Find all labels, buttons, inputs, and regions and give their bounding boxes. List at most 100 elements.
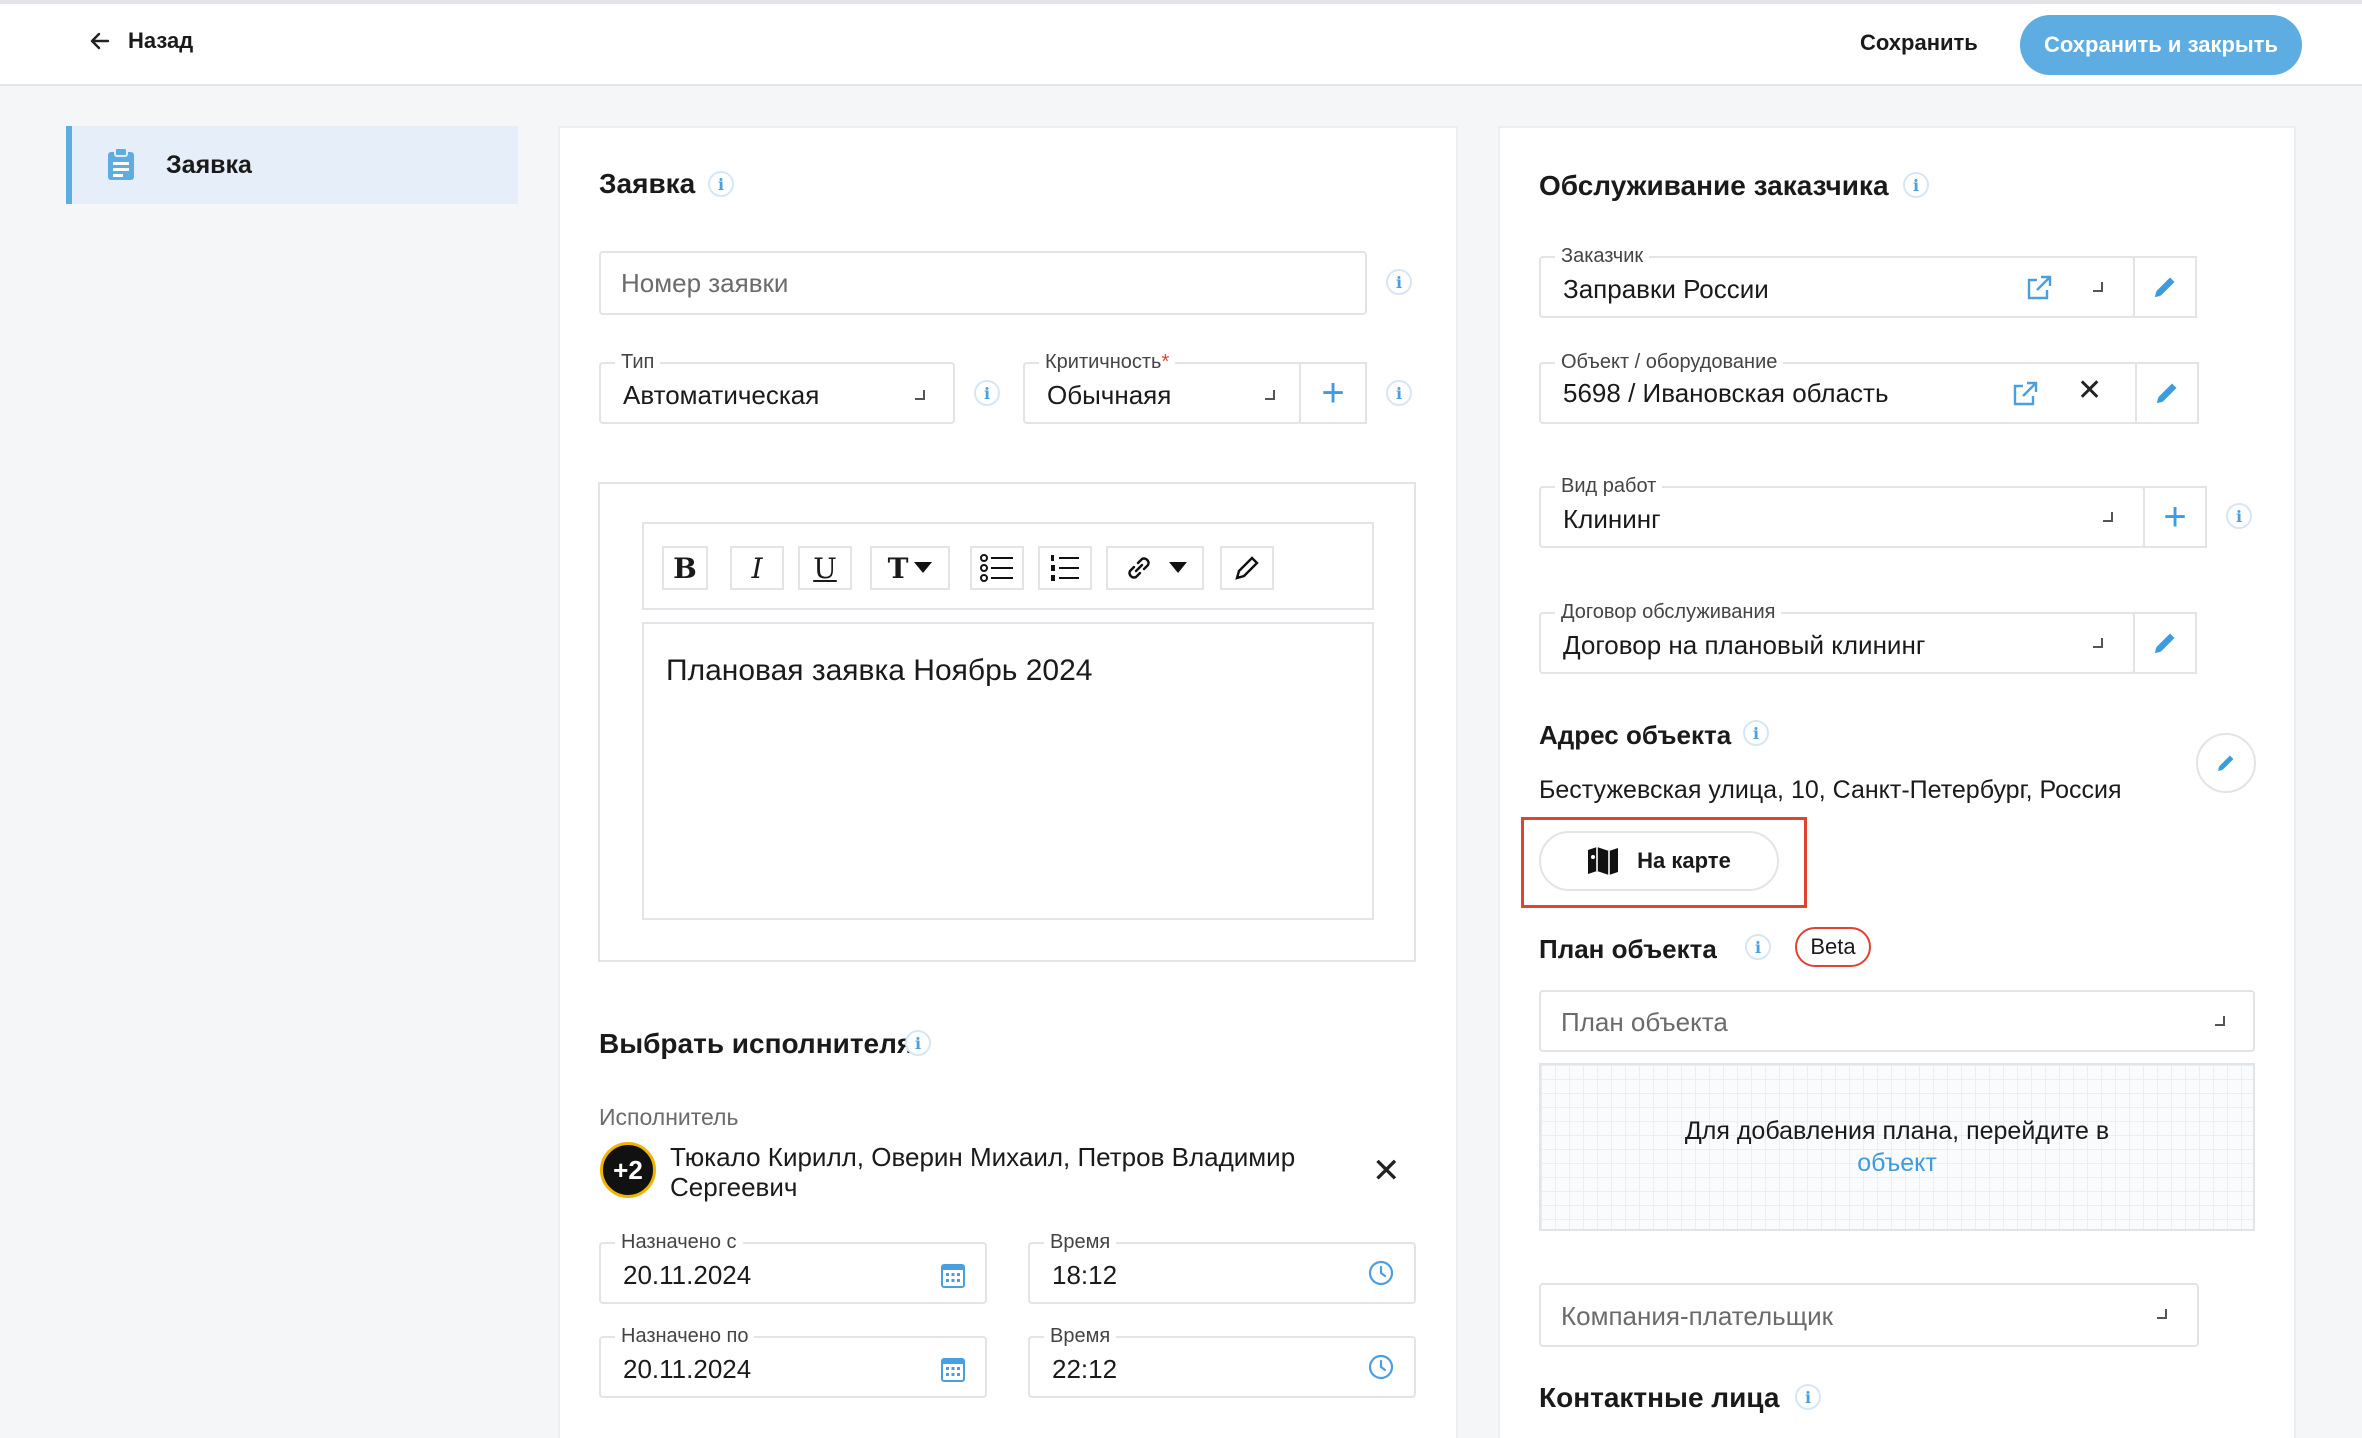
plan-select[interactable]: План объекта	[1539, 990, 2255, 1052]
info-icon[interactable]: i	[905, 1030, 931, 1056]
contacts-title: Контактные лица	[1539, 1382, 1780, 1413]
bullet-list-button[interactable]	[970, 546, 1024, 590]
info-icon[interactable]: i	[1795, 1384, 1821, 1410]
plan-placeholder: План объекта	[1561, 1007, 1728, 1037]
edit-contract-button[interactable]	[2133, 612, 2197, 674]
sidebar-item-request[interactable]: Заявка	[66, 126, 518, 204]
assigned-from-value: 20.11.2024	[623, 1260, 752, 1290]
info-icon[interactable]: i	[1743, 720, 1769, 746]
criticality-select[interactable]: Критичность* Обычнаяя	[1023, 351, 1301, 424]
text-size-dropdown[interactable]: T	[870, 546, 950, 590]
sidebar-item-label: Заявка	[166, 150, 252, 179]
numbered-list-button[interactable]	[1038, 546, 1092, 590]
caret-down-icon	[1169, 562, 1187, 573]
chevron-down-icon	[2093, 638, 2103, 648]
customer-select[interactable]: Заказчик Заправки России	[1539, 245, 2135, 318]
chevron-down-icon	[2157, 1309, 2167, 1319]
back-button[interactable]: Назад	[88, 28, 193, 54]
plus-icon: +	[2163, 495, 2187, 539]
assigned-to-label: Назначено по	[615, 1325, 755, 1348]
save-button[interactable]: Сохранить	[1860, 30, 1978, 56]
link-icon	[1128, 557, 1150, 579]
open-external-icon[interactable]	[2011, 380, 2039, 408]
clipboard-icon	[108, 148, 134, 180]
info-icon[interactable]: i	[1386, 269, 1412, 295]
payer-select[interactable]: Компания-плательщик	[1539, 1283, 2199, 1347]
chevron-down-icon	[2093, 282, 2103, 292]
edit-object-button[interactable]	[2135, 362, 2199, 424]
text-size-icon: T	[887, 551, 909, 585]
request-number-field[interactable]: Номер заявки	[599, 251, 1367, 315]
type-value: Автоматическая	[623, 380, 820, 410]
top-bar: Назад Сохранить Сохранить и закрыть	[0, 0, 2362, 86]
save-and-close-button[interactable]: Сохранить и закрыть	[2020, 15, 2302, 75]
avatar[interactable]: +2	[600, 1142, 656, 1198]
add-criticality-button[interactable]: +	[1299, 362, 1367, 424]
work-type-select[interactable]: Вид работ Клининг	[1539, 475, 2145, 548]
italic-button[interactable]: I	[730, 546, 784, 590]
calendar-icon[interactable]	[941, 1262, 965, 1288]
info-icon[interactable]: i	[974, 380, 1000, 406]
pen-icon	[1235, 556, 1259, 580]
required-mark: *	[1161, 351, 1170, 373]
pencil-icon	[2155, 277, 2175, 297]
object-label: Объект / оборудование	[1555, 351, 1784, 374]
clear-object-icon[interactable]: ✕	[2077, 376, 2102, 406]
executor-names: Тюкало Кирилл, Оверин Михаил, Петров Вла…	[670, 1142, 1296, 1202]
clear-executor-icon[interactable]: ✕	[1372, 1154, 1401, 1188]
description-text: Плановая заявка Ноябрь 2024	[666, 654, 1093, 687]
edit-customer-button[interactable]	[2133, 256, 2197, 318]
type-select[interactable]: Тип Автоматическая	[599, 351, 955, 424]
info-icon[interactable]: i	[1903, 172, 1929, 198]
work-type-value: Клининг	[1563, 504, 1661, 534]
assigned-to-field[interactable]: Назначено по 20.11.2024	[599, 1325, 987, 1398]
executor-label: Исполнитель	[599, 1104, 739, 1130]
description-textarea[interactable]: Плановая заявка Ноябрь 2024	[642, 622, 1374, 920]
underline-button[interactable]: U	[798, 546, 852, 590]
link-dropdown[interactable]	[1106, 546, 1204, 590]
add-work-type-button[interactable]: +	[2143, 486, 2207, 548]
open-external-icon[interactable]	[2025, 274, 2053, 302]
plan-object-link[interactable]: объект	[1857, 1149, 1937, 1177]
back-label: Назад	[128, 28, 194, 53]
bold-button[interactable]: B	[662, 546, 708, 590]
clock-icon[interactable]	[1368, 1260, 1394, 1286]
assigned-from-label: Назначено с	[615, 1231, 743, 1254]
contract-label: Договор обслуживания	[1555, 601, 1782, 624]
pencil-icon	[2157, 383, 2177, 403]
pencil-icon	[2155, 633, 2175, 653]
type-label: Тип	[615, 351, 661, 374]
assigned-from-field[interactable]: Назначено с 20.11.2024	[599, 1231, 987, 1304]
caret-down-icon	[914, 562, 933, 573]
calendar-icon[interactable]	[941, 1356, 965, 1382]
contract-select[interactable]: Договор обслуживания Договор на плановый…	[1539, 601, 2135, 674]
info-icon[interactable]: i	[708, 171, 734, 197]
time-from-field[interactable]: Время 18:12	[1028, 1231, 1416, 1304]
editor-toolbar: B I U T	[642, 522, 1374, 610]
arrow-left-icon	[90, 32, 110, 50]
plan-message-text: Для добавления плана, перейдите в	[1684, 1117, 2110, 1145]
beta-badge: Beta	[1795, 927, 1871, 967]
address-title: Адрес объекта	[1539, 720, 1732, 750]
assigned-to-value: 20.11.2024	[623, 1354, 752, 1384]
work-type-label: Вид работ	[1555, 475, 1663, 498]
info-icon[interactable]: i	[1745, 934, 1771, 960]
criticality-value: Обычнаяя	[1047, 380, 1172, 410]
info-icon[interactable]: i	[2226, 503, 2252, 529]
info-icon[interactable]: i	[1386, 380, 1412, 406]
time-from-value: 18:12	[1052, 1260, 1118, 1290]
plan-preview: Для добавления плана, перейдите в объект	[1539, 1063, 2255, 1231]
time-to-label: Время	[1044, 1325, 1117, 1348]
edit-address-button[interactable]	[2196, 733, 2256, 793]
chevron-down-icon	[915, 390, 925, 400]
top-divider	[0, 0, 2362, 4]
request-number-placeholder: Номер заявки	[621, 268, 789, 298]
time-from-label: Время	[1044, 1231, 1117, 1254]
clock-icon[interactable]	[1368, 1354, 1394, 1380]
customer-service-title: Обслуживание заказчика	[1539, 170, 1889, 201]
highlight-frame	[1521, 817, 1807, 908]
time-to-field[interactable]: Время 22:12	[1028, 1325, 1416, 1398]
object-select[interactable]: Объект / оборудование 5698 / Ивановская …	[1539, 351, 2139, 424]
pen-button[interactable]	[1220, 546, 1274, 590]
payer-placeholder: Компания-плательщик	[1561, 1301, 1833, 1331]
